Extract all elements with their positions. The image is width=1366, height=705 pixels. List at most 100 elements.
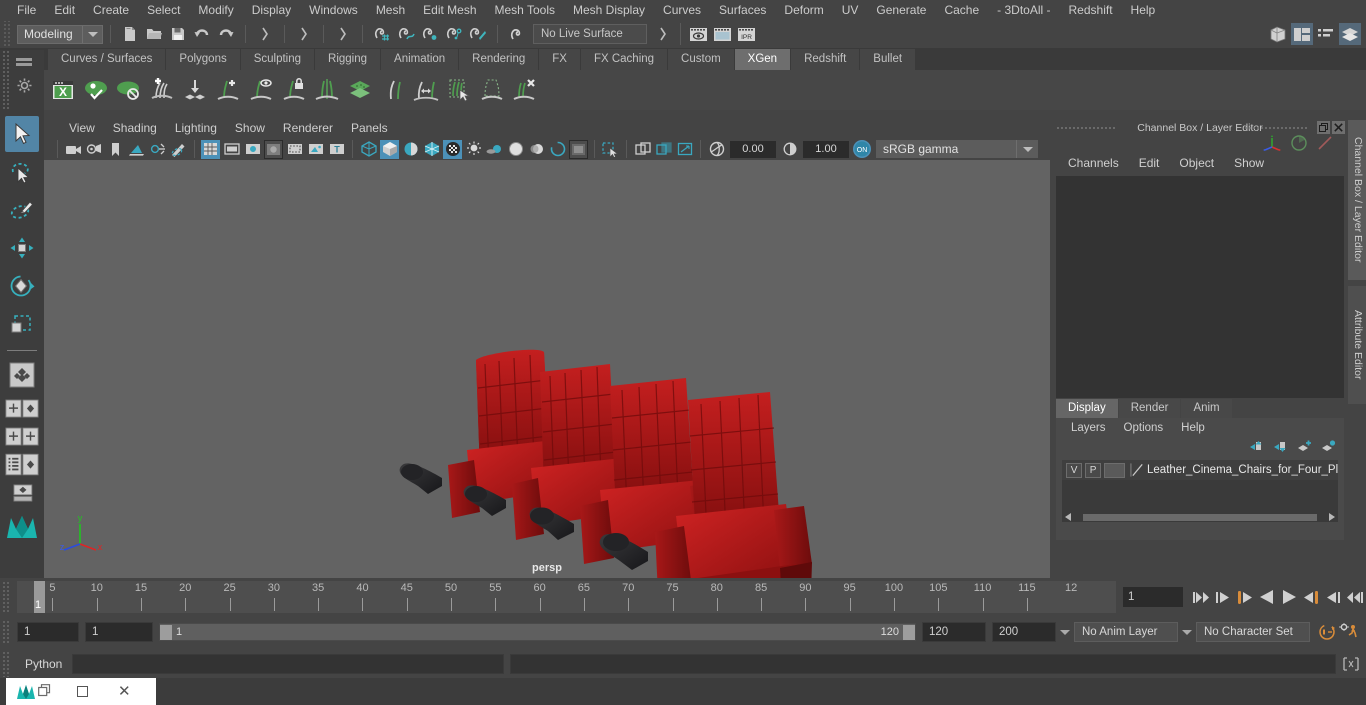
shelf-grip[interactable]	[2, 50, 11, 110]
lasso-select-tool[interactable]	[5, 154, 39, 190]
color-management-selector[interactable]: sRGB gamma	[876, 140, 1016, 158]
menu-item-curves[interactable]: Curves	[654, 0, 710, 20]
anim-layer-selector[interactable]: No Anim Layer	[1074, 622, 1178, 642]
range-slider-bar[interactable]: 1 120	[159, 623, 916, 641]
go-to-start-icon[interactable]	[1190, 586, 1212, 608]
shelf-tab-bullet[interactable]: Bullet	[860, 49, 917, 70]
xgen-select-guide-icon[interactable]	[444, 74, 474, 106]
script-editor-icon[interactable]	[1340, 653, 1362, 675]
menu-item-edit-mesh[interactable]: Edit Mesh	[414, 0, 485, 20]
shelf-tab-animation[interactable]: Animation	[381, 49, 460, 70]
close-icon[interactable]	[1332, 121, 1345, 134]
open-scene-icon[interactable]	[143, 23, 165, 45]
menu-item-modify[interactable]: Modify	[189, 0, 242, 20]
grid-toggle-icon[interactable]	[201, 139, 220, 159]
range-slider-grip[interactable]	[2, 620, 11, 644]
smooth-shade-icon[interactable]	[380, 139, 399, 159]
xgen-region-icon[interactable]	[477, 74, 507, 106]
viewport-menu-renderer[interactable]: Renderer	[274, 118, 342, 138]
status-line-grip[interactable]	[2, 21, 11, 47]
grease-pencil-icon[interactable]	[169, 140, 188, 159]
snap-to-view-plane-icon[interactable]	[467, 23, 489, 45]
select-camera-icon[interactable]	[64, 140, 83, 159]
character-set-selector[interactable]: No Character Set	[1196, 622, 1310, 642]
layer-menu-options[interactable]: Options	[1115, 422, 1173, 434]
xgen-add-guide-icon[interactable]	[213, 74, 243, 106]
isolate-select-icon[interactable]	[601, 140, 620, 159]
menu-item-file[interactable]: File	[8, 0, 45, 20]
xgen-preview-icon[interactable]	[81, 74, 111, 106]
color-management-toggle-icon[interactable]: ON	[853, 140, 871, 158]
sidebar-tab-channel-box[interactable]: Channel Box / Layer Editor	[1348, 120, 1366, 280]
menu-item-3dtoall[interactable]: - 3DtoAll -	[988, 0, 1059, 20]
step-forward-frame-icon[interactable]	[1300, 586, 1322, 608]
undock-icon[interactable]	[1317, 121, 1330, 134]
play-backwards-icon[interactable]	[1256, 586, 1278, 608]
shelf-tab-redshift[interactable]: Redshift	[791, 49, 861, 70]
xray-active-components-icon[interactable]	[675, 140, 694, 159]
render-current-frame-icon[interactable]	[687, 23, 709, 45]
menu-item-mesh[interactable]: Mesh	[367, 0, 414, 20]
menu-item-redshift[interactable]: Redshift	[1060, 0, 1122, 20]
menu-item-select[interactable]: Select	[138, 0, 189, 20]
show-hide-attribute-editor-icon[interactable]	[1291, 23, 1313, 45]
layer-visibility-toggle[interactable]: V	[1066, 462, 1083, 478]
play-forwards-icon[interactable]	[1278, 586, 1300, 608]
layer-list[interactable]: V P Leather_Cinema_Chairs_for_Four_Plac	[1062, 460, 1338, 522]
text-overlay-icon[interactable]: T	[327, 140, 346, 159]
channel-box-menu-channels[interactable]: Channels	[1058, 156, 1129, 170]
shade-toggle-icon[interactable]	[401, 140, 420, 159]
two-d-pan-zoom-icon[interactable]	[148, 140, 167, 159]
make-live-icon[interactable]	[506, 23, 528, 45]
new-scene-icon[interactable]	[119, 23, 141, 45]
gear-icon[interactable]	[16, 77, 33, 97]
film-origin-icon[interactable]	[285, 140, 304, 159]
shadow-toggle-icon[interactable]	[485, 140, 504, 159]
range-start-time-field[interactable]: 1	[85, 622, 153, 642]
redo-icon[interactable]	[215, 23, 237, 45]
range-end-time-field[interactable]: 120	[922, 622, 986, 642]
step-forward-keyframe-icon[interactable]	[1322, 586, 1344, 608]
layer-tab-render[interactable]: Render	[1118, 399, 1181, 418]
layer-tab-anim[interactable]: Anim	[1181, 399, 1232, 418]
undo-icon[interactable]	[191, 23, 213, 45]
menu-item-surfaces[interactable]: Surfaces	[710, 0, 775, 20]
viewport-menu-view[interactable]: View	[60, 118, 104, 138]
channel-box-menu-object[interactable]: Object	[1169, 156, 1224, 170]
snap-to-grid-icon[interactable]	[371, 23, 393, 45]
shelf-tab-rigging[interactable]: Rigging	[315, 49, 382, 70]
new-layer-from-selected-icon[interactable]	[1321, 440, 1336, 456]
auto-key-icon[interactable]	[1316, 621, 1338, 643]
quick-layout-single-icon[interactable]	[5, 395, 39, 423]
shelf-tab-polygons[interactable]: Polygons	[166, 49, 241, 70]
move-tool[interactable]	[5, 230, 39, 266]
redo-previous-render-icon[interactable]	[711, 23, 733, 45]
quick-layout-outliner-icon[interactable]	[5, 451, 39, 479]
channel-box-menu-show[interactable]: Show	[1224, 156, 1274, 170]
command-line-input[interactable]	[72, 654, 505, 674]
channel-box-menu-edit[interactable]: Edit	[1129, 156, 1170, 170]
menu-item-deform[interactable]: Deform	[775, 0, 832, 20]
ipr-render-icon[interactable]: IPR	[735, 23, 757, 45]
wireframe-on-shaded-icon[interactable]	[422, 140, 441, 159]
live-surface-field[interactable]: No Live Surface	[533, 24, 647, 44]
lighting-toggle-icon[interactable]	[464, 140, 483, 159]
time-slider-track[interactable]: 1 5 10 15 20 25 30 35 40 45 50 55 60 65 70 75 80 85 90 95 1…	[17, 581, 1116, 613]
range-start-handle[interactable]	[160, 624, 172, 640]
layer-menu-layers[interactable]: Layers	[1062, 422, 1115, 434]
screen-space-ao-icon[interactable]	[506, 140, 525, 159]
show-hide-tool-settings-icon[interactable]	[1315, 23, 1337, 45]
shelf-tab-menu-icon[interactable]	[16, 58, 32, 61]
texture-toggle-icon[interactable]	[443, 139, 462, 159]
show-hide-modeling-toolkit-icon[interactable]	[1267, 23, 1289, 45]
shelf-tab-rendering[interactable]: Rendering	[459, 49, 540, 70]
layer-row[interactable]: V P Leather_Cinema_Chairs_for_Four_Plac	[1062, 460, 1338, 480]
panel-grip-right[interactable]	[1244, 126, 1308, 130]
select-by-hierarchy-icon[interactable]	[254, 23, 276, 45]
shelf-tab-curves-surfaces[interactable]: Curves / Surfaces	[48, 49, 167, 70]
xgen-show-guide-icon[interactable]	[246, 74, 276, 106]
snap-to-point-icon[interactable]	[419, 23, 441, 45]
current-frame-field[interactable]: 1	[1123, 587, 1183, 607]
last-tool-used[interactable]	[5, 357, 39, 393]
snap-to-curve-icon[interactable]	[395, 23, 417, 45]
